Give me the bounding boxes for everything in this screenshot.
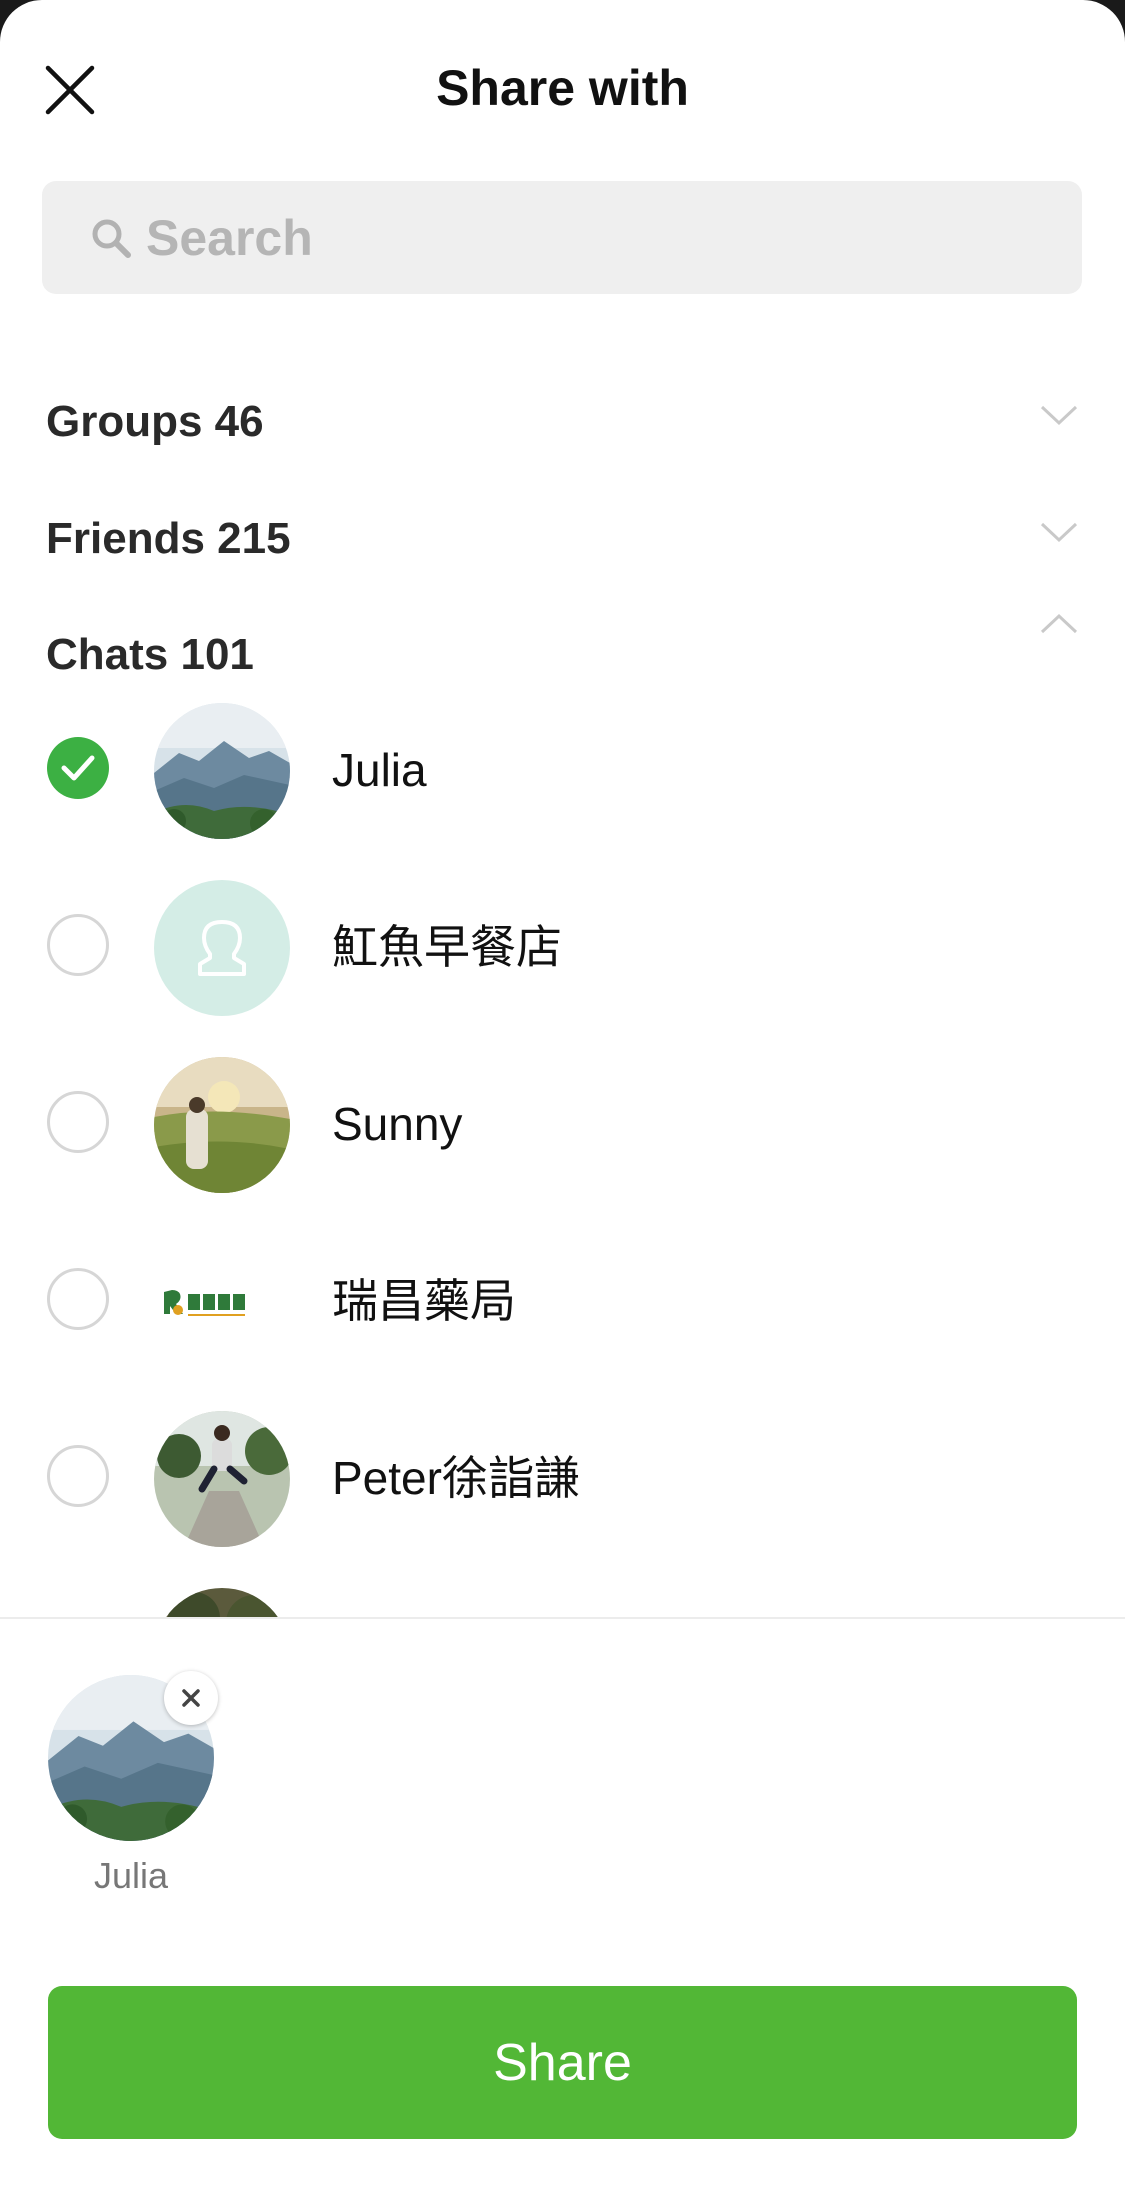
search-input[interactable] bbox=[144, 207, 1028, 268]
chat-row[interactable]: 魟魚早餐店 bbox=[0, 862, 1125, 1032]
chat-name: Sunny bbox=[332, 1098, 463, 1150]
chevron-up-icon bbox=[1040, 613, 1078, 634]
avatar bbox=[154, 880, 290, 1016]
checkbox-unchecked[interactable] bbox=[47, 1268, 109, 1330]
chat-row[interactable]: 瑞昌藥局 bbox=[0, 1216, 1125, 1386]
avatar bbox=[154, 1057, 290, 1193]
chat-list[interactable]: Julia 魟魚早餐店 Sunny 瑞昌藥局 Peter徐詣謙 bbox=[0, 685, 1125, 1617]
section-groups[interactable]: Groups 46 bbox=[0, 375, 1125, 475]
landscape-photo-icon bbox=[154, 703, 290, 839]
section-label: Chats 101 bbox=[46, 630, 254, 679]
remove-recipient-button[interactable] bbox=[164, 1671, 218, 1725]
page-title: Share with bbox=[436, 60, 689, 116]
chat-row[interactable]: Sunny bbox=[0, 1039, 1125, 1209]
checkmark-icon bbox=[61, 755, 95, 781]
chevron-down-icon bbox=[1040, 522, 1078, 543]
avatar bbox=[154, 703, 290, 839]
chat-row[interactable] bbox=[0, 1570, 1125, 1617]
default-person-icon bbox=[198, 920, 246, 976]
section-label: Friends 215 bbox=[46, 514, 291, 563]
avatar bbox=[154, 1234, 290, 1370]
chat-row[interactable]: Julia bbox=[0, 685, 1125, 855]
search-bar[interactable] bbox=[42, 181, 1082, 294]
chat-name: 瑞昌藥局 bbox=[332, 1275, 516, 1327]
person-photo-icon bbox=[154, 1588, 290, 1617]
section-label: Groups 46 bbox=[46, 397, 264, 446]
share-sheet: Share with Groups 46 Friends 215 Chats 1… bbox=[0, 0, 1125, 2198]
header: Share with bbox=[0, 0, 1125, 180]
chat-row[interactable]: Peter徐詣謙 bbox=[0, 1393, 1125, 1563]
checkbox-unchecked[interactable] bbox=[47, 1091, 109, 1153]
checkbox-unchecked[interactable] bbox=[47, 1445, 109, 1507]
section-friends[interactable]: Friends 215 bbox=[0, 492, 1125, 592]
checkbox-unchecked[interactable] bbox=[47, 914, 109, 976]
share-button[interactable]: Share bbox=[48, 1986, 1077, 2139]
close-icon bbox=[182, 1689, 200, 1707]
chat-name: Peter徐詣謙 bbox=[332, 1452, 580, 1504]
selected-recipients: Julia bbox=[0, 1619, 1125, 1919]
chat-name: 魟魚早餐店 bbox=[332, 921, 562, 973]
pharmacy-logo-icon bbox=[154, 1234, 290, 1370]
search-icon bbox=[92, 219, 131, 258]
selected-recipient-name: Julia bbox=[93, 1855, 169, 1896]
avatar bbox=[154, 1411, 290, 1547]
chevron-down-icon bbox=[1040, 405, 1078, 426]
avatar bbox=[154, 1588, 290, 1617]
person-photo-icon bbox=[154, 1057, 290, 1193]
person-photo-icon bbox=[154, 1411, 290, 1547]
chat-name: Julia bbox=[332, 744, 427, 796]
checkbox-checked[interactable] bbox=[47, 737, 109, 799]
